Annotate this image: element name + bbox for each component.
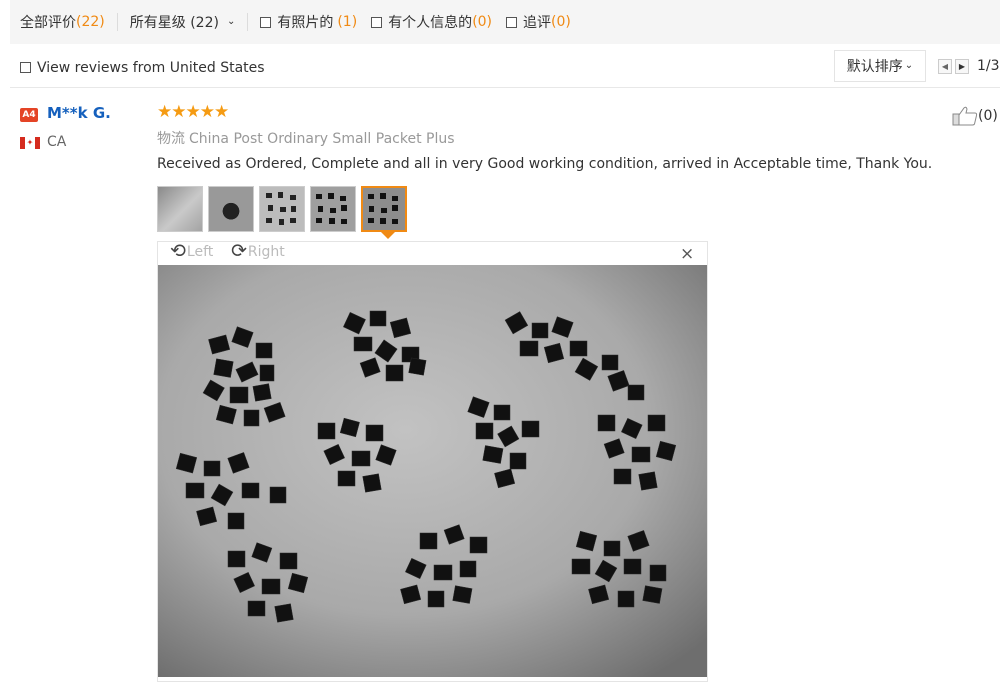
followup-count: (0) xyxy=(551,14,571,30)
review-photo-thumbnail-active[interactable] xyxy=(361,186,407,232)
followup-label: 追评 xyxy=(523,15,552,31)
photo-viewer: ⟲ Left ⟳ Right × xyxy=(157,241,708,682)
pagination: ◀ ▶ 1/3 xyxy=(938,58,1000,74)
with-photos-label: 有照片的 xyxy=(277,15,334,31)
filter-all-reviews[interactable]: 全部评价 (22) xyxy=(20,12,105,32)
filter-star-dropdown[interactable]: 所有星级 (22) ⌄ xyxy=(130,12,236,32)
review-photo-thumbnail[interactable] xyxy=(208,186,254,232)
active-thumbnail-caret xyxy=(381,232,395,239)
helpful-button[interactable]: (0) xyxy=(952,106,998,126)
filter-personal-info[interactable]: 有个人信息的 (0) xyxy=(371,12,492,32)
star-rating: ★ ★ ★ ★ ★ xyxy=(157,102,229,122)
us-reviews-label[interactable]: View reviews from United States xyxy=(37,60,265,76)
photo-viewer-toolbar: ⟲ Left ⟳ Right × xyxy=(158,242,707,264)
reviewer-country: CA xyxy=(47,134,67,150)
review-text: Received as Ordered, Complete and all in… xyxy=(157,156,933,172)
rotate-left-icon: ⟲ xyxy=(170,240,186,262)
followup-checkbox[interactable] xyxy=(506,16,518,28)
review-photo-thumbnail[interactable] xyxy=(157,186,203,232)
review-photo-large[interactable] xyxy=(158,265,707,677)
filter-all-count: (22) xyxy=(76,14,105,30)
sort-label: 默认排序 xyxy=(846,59,903,75)
next-page-button[interactable]: ▶ xyxy=(955,58,969,74)
filter-followup[interactable]: 追评 (0) xyxy=(506,12,571,32)
rotate-right-button[interactable]: ⟳ Right xyxy=(231,242,285,261)
filter-all-label: 全部评价 xyxy=(20,15,76,31)
rotate-left-label: Left xyxy=(186,243,214,260)
logistics-value: China Post Ordinary Small Packet Plus xyxy=(189,131,455,147)
chevron-down-icon: ⌄ xyxy=(904,59,914,71)
logistics-label: 物流 xyxy=(157,131,185,147)
reviewer-name[interactable]: M**k G. xyxy=(47,104,111,122)
review-photo-thumbnail[interactable] xyxy=(259,186,305,232)
star-icon: ★ xyxy=(157,102,172,122)
divider xyxy=(116,13,118,31)
canada-flag-icon: ✦ xyxy=(20,137,40,149)
star-icon: ★ xyxy=(214,102,229,122)
chevron-down-icon: ⌄ xyxy=(226,15,236,27)
rotate-right-icon: ⟳ xyxy=(231,240,247,262)
rotate-right-label: Right xyxy=(247,243,285,260)
page-indicator: 1/3 xyxy=(977,58,1000,74)
personal-info-count: (0) xyxy=(472,14,493,30)
filter-with-photos[interactable]: 有照片的 (1) xyxy=(260,12,357,32)
rotate-left-button[interactable]: ⟲ Left xyxy=(170,242,213,261)
review-photo-thumbnails xyxy=(157,186,407,232)
us-reviews-checkbox[interactable] xyxy=(20,62,31,73)
review-filter-bar: 全部评价 (22) 所有星级 (22) ⌄ 有照片的 (1) 有个人信息的 (0… xyxy=(10,0,1000,44)
thumbs-up-icon xyxy=(952,106,978,126)
sort-dropdown[interactable]: 默认排序 ⌄ xyxy=(834,50,926,82)
personal-info-label: 有个人信息的 xyxy=(388,15,473,31)
star-icon: ★ xyxy=(185,102,201,122)
with-photos-checkbox[interactable] xyxy=(260,16,272,28)
prev-page-button[interactable]: ◀ xyxy=(938,58,952,74)
filter-stars-label: 所有星级 (22) xyxy=(129,15,219,31)
country-filter-row: View reviews from United States 默认排序 ⌄ ◀… xyxy=(10,48,1000,88)
personal-info-checkbox[interactable] xyxy=(371,16,383,28)
review-photo-thumbnail[interactable] xyxy=(310,186,356,232)
with-photos-count: (1) xyxy=(337,14,358,30)
star-icon: ★ xyxy=(199,102,215,122)
review-item: A4 M**k G. ✦ CA ★ ★ ★ ★ ★ 物流 China Post O… xyxy=(0,90,1000,688)
star-icon: ★ xyxy=(171,102,186,122)
logistics-info: 物流 China Post Ordinary Small Packet Plus xyxy=(157,128,455,148)
user-level-badge: A4 xyxy=(20,108,38,122)
helpful-count: (0) xyxy=(978,108,998,124)
divider xyxy=(247,13,249,31)
close-icon[interactable]: × xyxy=(680,246,694,263)
